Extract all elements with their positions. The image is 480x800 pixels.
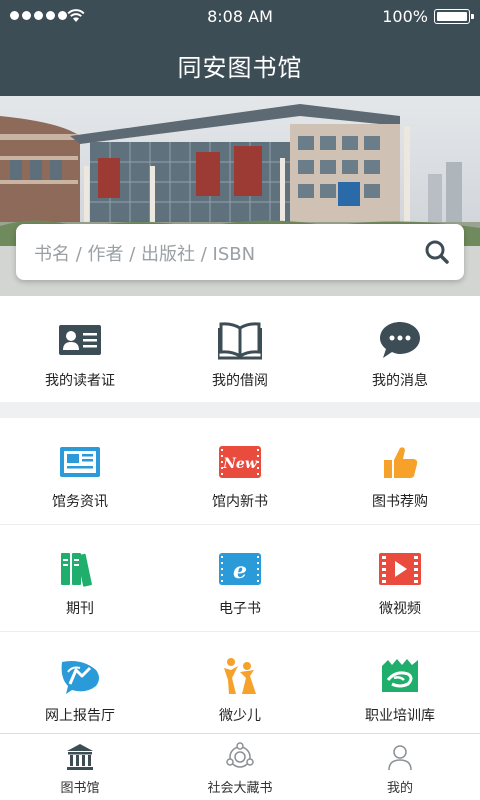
reader-card-icon [59,325,101,355]
new-books-button[interactable]: New 馆内新书 [160,418,320,524]
nav-bar: 同安图书馆 [0,32,480,96]
open-book-icon [218,322,262,360]
library-icon [67,744,93,770]
quick-action-label: 我的读者证 [45,373,115,389]
grid-row: 网上报告厅 微少儿 职业培训库 [0,632,480,739]
grid-item-label: 微视频 [379,601,421,617]
journals-icon [61,553,92,587]
my-borrowing-button[interactable]: 我的借阅 [160,296,320,402]
grid-item-label: 网上报告厅 [45,708,115,724]
tab-library[interactable]: 图书馆 [0,734,160,800]
grid-item-label: 馆内新书 [212,494,268,510]
battery-icon [434,9,474,24]
search-box[interactable]: 书名 / 作者 / 出版社 / ISBN [16,224,464,280]
message-bubble-icon [380,322,420,358]
battery-percent: 100% [382,7,428,26]
thumbs-up-icon [384,447,418,478]
bottom-tab-bar: 图书馆 社会大藏书 我的 [0,733,480,800]
grid-item-label: 微少儿 [219,708,261,724]
reader-card-button[interactable]: 我的读者证 [0,296,160,402]
ebook-badge-text: e [233,558,247,584]
feature-grid: 馆务资讯 New 馆内新书 图书荐购 期刊 e 电子书 微视频 网上报告厅 微少… [0,418,480,739]
user-icon [388,745,412,771]
tab-community-collection[interactable]: 社会大藏书 [160,734,320,800]
page-title: 同安图书馆 [177,54,303,82]
new-badge-icon: New [219,446,261,478]
lecture-hall-icon [61,661,99,694]
journals-button[interactable]: 期刊 [0,525,160,631]
my-messages-button[interactable]: 我的消息 [320,296,480,402]
grid-row: 期刊 e 电子书 微视频 [0,525,480,632]
ebooks-button[interactable]: e 电子书 [160,525,320,631]
video-icon [379,553,421,585]
quick-actions: 我的读者证 我的借阅 我的消息 [0,296,480,402]
search-icon[interactable] [424,239,450,265]
section-divider [0,402,480,418]
status-bar: 8:08 AM 100% [0,0,480,32]
kids-button[interactable]: 微少儿 [160,632,320,738]
children-icon [224,658,256,694]
new-badge-text: New [222,456,258,472]
community-collection-icon [226,742,254,768]
grid-item-label: 馆务资讯 [52,494,108,510]
grid-item-label: 期刊 [66,601,94,617]
vocational-training-icon [382,659,418,692]
micro-video-button[interactable]: 微视频 [320,525,480,631]
tab-mine[interactable]: 我的 [320,734,480,800]
grid-item-label: 图书荐购 [372,494,428,510]
ebook-icon: e [219,553,261,585]
tab-label: 我的 [386,781,413,796]
quick-action-label: 我的消息 [372,373,428,389]
tab-label: 社会大藏书 [207,781,273,796]
newspaper-icon [60,447,100,477]
online-lecture-button[interactable]: 网上报告厅 [0,632,160,738]
search-input[interactable]: 书名 / 作者 / 出版社 / ISBN [34,240,255,266]
vocational-training-button[interactable]: 职业培训库 [320,632,480,738]
quick-action-label: 我的借阅 [212,373,268,389]
grid-row: 馆务资讯 New 馆内新书 图书荐购 [0,418,480,525]
book-recommend-button[interactable]: 图书荐购 [320,418,480,524]
grid-item-label: 电子书 [219,601,261,617]
library-news-button[interactable]: 馆务资讯 [0,418,160,524]
grid-item-label: 职业培训库 [365,708,435,724]
tab-label: 图书馆 [60,781,100,796]
